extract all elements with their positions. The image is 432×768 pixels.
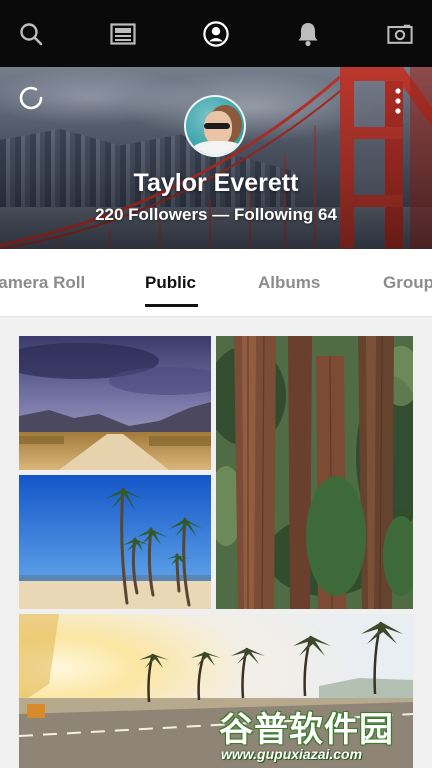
feed-icon[interactable] xyxy=(110,21,136,47)
tab-camera-roll[interactable]: Camera Roll xyxy=(0,273,85,293)
watermark-url: www.gupuxiazai.com xyxy=(221,746,363,762)
top-nav-bar xyxy=(0,0,432,67)
refresh-icon[interactable] xyxy=(18,85,44,111)
camera-icon[interactable] xyxy=(387,21,413,47)
watermark: 谷普软件园 www.gupuxiazai.com xyxy=(217,702,409,764)
photo-redwood-forest[interactable] xyxy=(216,336,413,609)
tab-albums[interactable]: Albums xyxy=(258,273,320,293)
active-tab-indicator xyxy=(145,304,198,307)
bell-icon[interactable] xyxy=(295,21,321,47)
search-icon[interactable] xyxy=(18,21,44,47)
follow-counts[interactable]: 220 Followers — Following 64 xyxy=(0,205,432,225)
profile-icon[interactable] xyxy=(202,20,229,47)
profile-header: Taylor Everett 220 Followers — Following… xyxy=(0,67,432,249)
watermark-name: 谷普软件园 xyxy=(219,710,394,750)
photo-desert-road[interactable] xyxy=(19,336,211,470)
photo-grid: 谷普软件园 www.gupuxiazai.com xyxy=(0,318,432,768)
tab-groups[interactable]: Groups xyxy=(383,273,432,293)
photo-palm-beach[interactable] xyxy=(19,475,211,609)
tab-public[interactable]: Public xyxy=(145,273,196,293)
tab-bar: Camera Roll Public Albums Groups xyxy=(0,249,432,317)
profile-name: Taylor Everett xyxy=(133,169,299,197)
more-options-icon[interactable] xyxy=(393,87,403,115)
avatar[interactable] xyxy=(184,95,246,157)
